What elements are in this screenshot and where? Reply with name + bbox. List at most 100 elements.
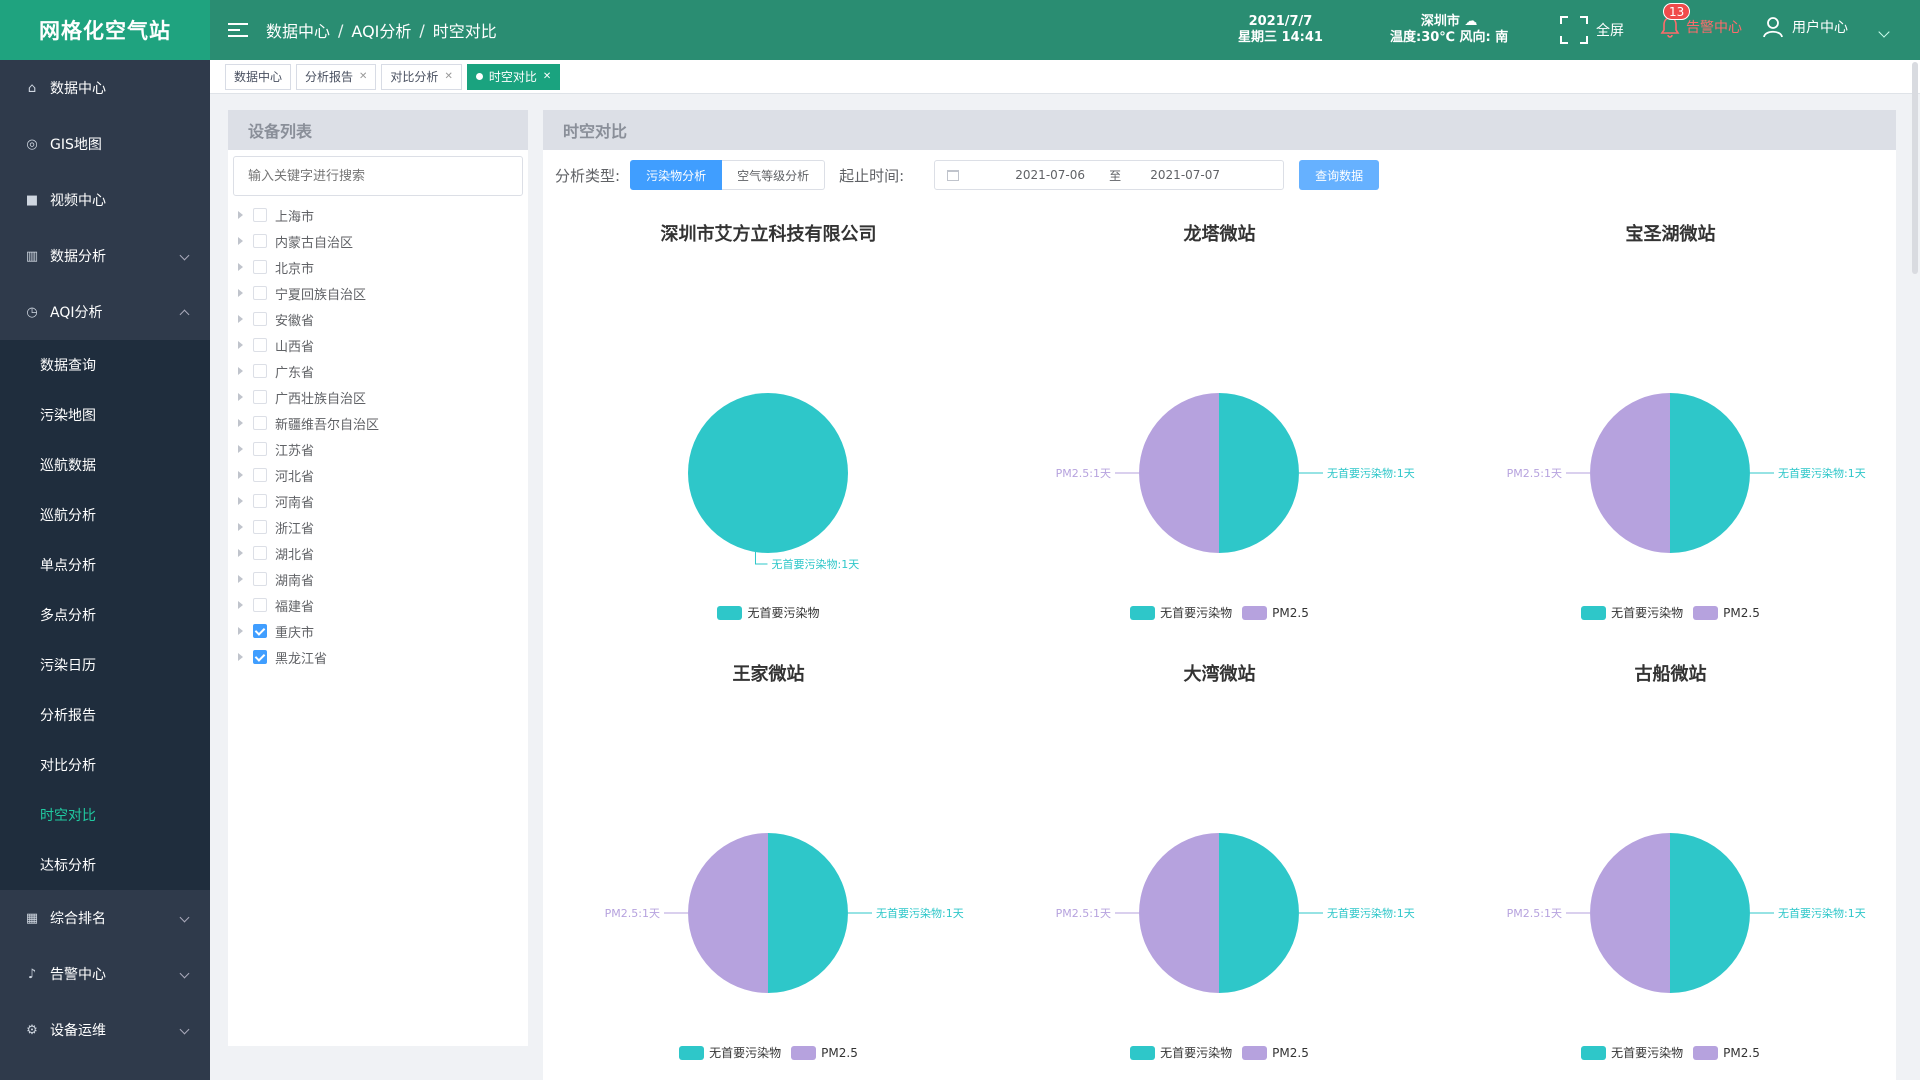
tree-checkbox[interactable]	[253, 364, 267, 378]
air-level-analysis-button[interactable]: 空气等级分析	[722, 160, 826, 190]
tree-node[interactable]: 宁夏回族自治区	[228, 280, 528, 306]
sidebar-item-data-center[interactable]: ⌂ 数据中心	[0, 60, 210, 116]
tree-checkbox[interactable]	[253, 208, 267, 222]
tree-checkbox[interactable]	[253, 286, 267, 300]
sidebar-item-maintenance[interactable]: ⚙ 设备运维	[0, 1002, 210, 1058]
legend-item[interactable]: PM2.5	[791, 1044, 858, 1061]
tree-node[interactable]: 河南省	[228, 488, 528, 514]
caret-right-icon[interactable]	[238, 627, 243, 635]
caret-right-icon[interactable]	[238, 367, 243, 375]
tree-node[interactable]: 新疆维吾尔自治区	[228, 410, 528, 436]
caret-right-icon[interactable]	[238, 471, 243, 479]
submenu-item-active[interactable]: 时空对比	[0, 790, 210, 840]
submenu-item[interactable]: 达标分析	[0, 840, 210, 890]
pie-slice[interactable]	[1219, 833, 1299, 993]
pie-slice[interactable]	[1139, 393, 1219, 553]
legend-item[interactable]: 无首要污染物	[1130, 1044, 1232, 1061]
caret-right-icon[interactable]	[238, 393, 243, 401]
tree-node[interactable]: 湖北省	[228, 540, 528, 566]
submenu-item[interactable]: 巡航数据	[0, 440, 210, 490]
start-date[interactable]: 2021-07-06	[1005, 168, 1095, 182]
breadcrumb-item[interactable]: 数据中心	[266, 18, 330, 42]
tree-node[interactable]: 江苏省	[228, 436, 528, 462]
close-icon[interactable]: ✕	[444, 71, 452, 82]
submenu-item[interactable]: 数据查询	[0, 340, 210, 390]
submenu-item[interactable]: 单点分析	[0, 540, 210, 590]
caret-right-icon[interactable]	[238, 549, 243, 557]
tree-node[interactable]: 上海市	[228, 202, 528, 228]
caret-right-icon[interactable]	[238, 601, 243, 609]
tree-node[interactable]: 重庆市	[228, 618, 528, 644]
tree-node[interactable]: 河北省	[228, 462, 528, 488]
caret-right-icon[interactable]	[238, 341, 243, 349]
close-icon[interactable]: ✕	[359, 71, 367, 82]
pie-slice[interactable]	[1590, 833, 1670, 993]
tree-checkbox[interactable]	[253, 234, 267, 248]
caret-right-icon[interactable]	[238, 237, 243, 245]
caret-right-icon[interactable]	[238, 211, 243, 219]
tab-spatiotemporal[interactable]: 时空对比 ✕	[466, 63, 561, 90]
sidebar-item-aqi[interactable]: ◷ AQI分析	[0, 284, 210, 340]
caret-right-icon[interactable]	[238, 289, 243, 297]
tab-data-center[interactable]: 数据中心	[225, 63, 292, 90]
caret-right-icon[interactable]	[238, 497, 243, 505]
tree-checkbox[interactable]	[253, 390, 267, 404]
pie-slice[interactable]	[1590, 393, 1670, 553]
caret-right-icon[interactable]	[238, 419, 243, 427]
tab-analysis-report[interactable]: 分析报告 ✕	[296, 63, 377, 90]
tree-checkbox[interactable]	[253, 520, 267, 534]
query-data-button[interactable]: 查询数据	[1299, 160, 1380, 190]
submenu-item[interactable]: 巡航分析	[0, 490, 210, 540]
caret-right-icon[interactable]	[238, 523, 243, 531]
submenu-item[interactable]: 污染地图	[0, 390, 210, 440]
submenu-item[interactable]: 多点分析	[0, 590, 210, 640]
tree-checkbox[interactable]	[253, 416, 267, 430]
legend-item[interactable]: PM2.5	[1242, 1044, 1309, 1061]
sidebar-item-ranking[interactable]: ▦ 综合排名	[0, 890, 210, 946]
tree-checkbox[interactable]	[253, 338, 267, 352]
legend-item[interactable]: PM2.5	[1693, 604, 1760, 621]
chevron-down-icon[interactable]	[1878, 26, 1890, 38]
tree-node[interactable]: 浙江省	[228, 514, 528, 540]
legend-item[interactable]: 无首要污染物	[1581, 604, 1683, 621]
legend-item[interactable]: 无首要污染物	[717, 604, 820, 621]
legend-item[interactable]: 无首要污染物	[1581, 1044, 1683, 1061]
tree-checkbox[interactable]	[253, 468, 267, 482]
pie-slice[interactable]	[688, 393, 848, 553]
legend-item[interactable]: 无首要污染物	[1130, 604, 1232, 621]
submenu-item[interactable]: 对比分析	[0, 740, 210, 790]
device-search-input[interactable]	[233, 156, 523, 196]
caret-right-icon[interactable]	[238, 263, 243, 271]
submenu-item[interactable]: 污染日历	[0, 640, 210, 690]
legend-item[interactable]: PM2.5	[1242, 604, 1309, 621]
legend-item[interactable]: 无首要污染物	[679, 1044, 781, 1061]
page-scrollbar[interactable]	[1912, 62, 1918, 274]
pie-slice[interactable]	[688, 833, 768, 993]
tree-checkbox[interactable]	[253, 650, 267, 664]
tree-node[interactable]: 北京市	[228, 254, 528, 280]
tree-checkbox[interactable]	[253, 260, 267, 274]
tree-checkbox[interactable]	[253, 494, 267, 508]
tab-compare-analysis[interactable]: 对比分析 ✕	[381, 63, 462, 90]
fullscreen-button[interactable]: 全屏	[1560, 16, 1624, 44]
legend-item[interactable]: PM2.5	[1693, 1044, 1760, 1061]
tree-node[interactable]: 内蒙古自治区	[228, 228, 528, 254]
pie-slice[interactable]	[1670, 393, 1750, 553]
tree-node[interactable]: 广东省	[228, 358, 528, 384]
tree-checkbox[interactable]	[253, 546, 267, 560]
caret-right-icon[interactable]	[238, 445, 243, 453]
user-center-button[interactable]: 用户中心	[1762, 16, 1848, 38]
end-date[interactable]: 2021-07-07	[1135, 168, 1235, 182]
close-icon[interactable]: ✕	[543, 71, 551, 82]
submenu-item[interactable]: 分析报告	[0, 690, 210, 740]
caret-right-icon[interactable]	[238, 575, 243, 583]
tree-checkbox[interactable]	[253, 598, 267, 612]
sidebar-item-video[interactable]: ■ 视频中心	[0, 172, 210, 228]
sidebar-item-alarm[interactable]: ♪ 告警中心	[0, 946, 210, 1002]
caret-right-icon[interactable]	[238, 315, 243, 323]
sidebar-item-gis[interactable]: ◎ GIS地图	[0, 116, 210, 172]
pollutant-analysis-button[interactable]: 污染物分析	[630, 160, 723, 190]
tree-node[interactable]: 安徽省	[228, 306, 528, 332]
tree-node[interactable]: 湖南省	[228, 566, 528, 592]
tree-checkbox[interactable]	[253, 572, 267, 586]
